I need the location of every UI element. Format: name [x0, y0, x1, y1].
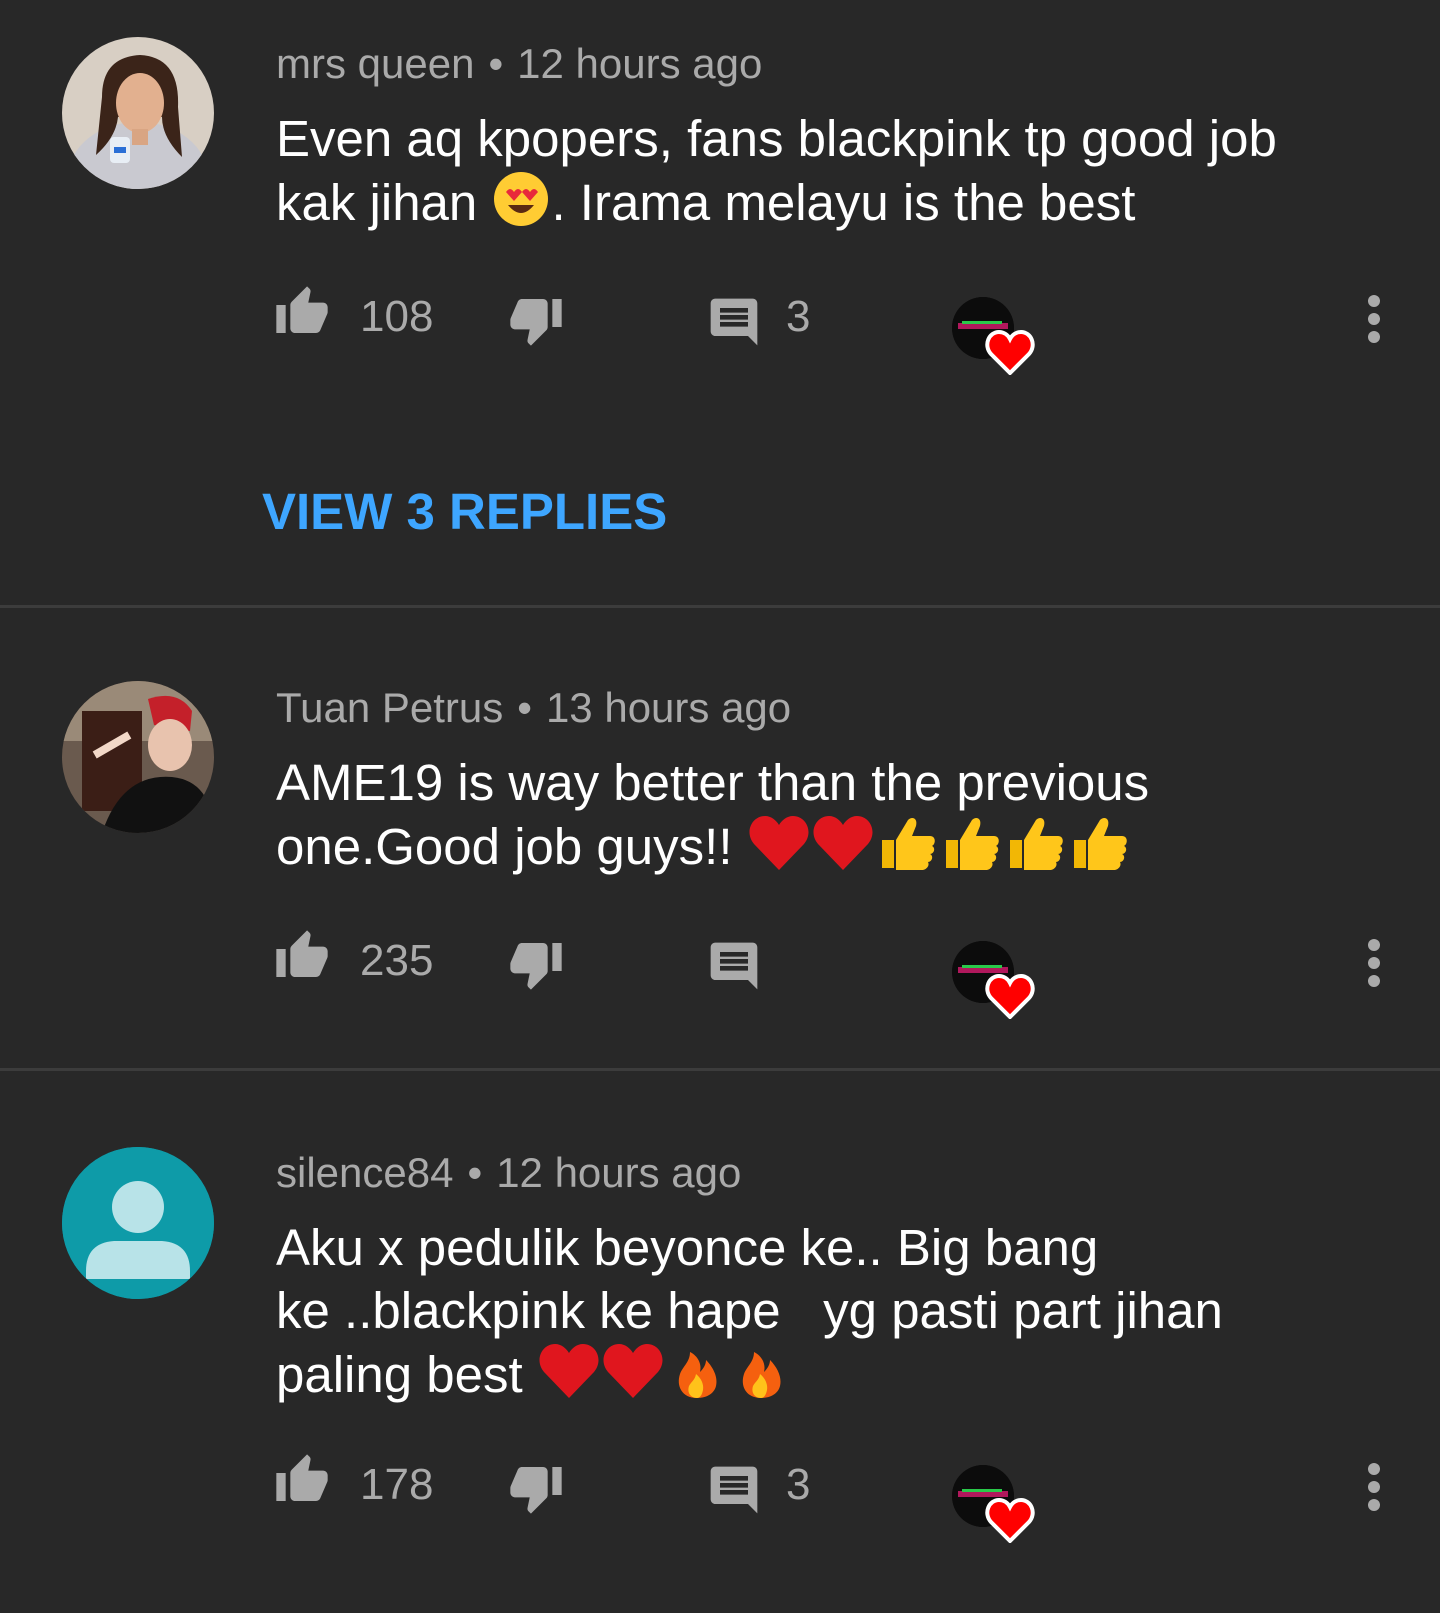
dislike-button[interactable]: [506, 936, 566, 997]
author-name[interactable]: Tuan Petrus: [276, 684, 503, 731]
reply-count: 3: [786, 292, 811, 341]
reply-comment-icon: [710, 298, 758, 346]
more-vert-icon: [1368, 939, 1380, 987]
comment-time[interactable]: 12 hours ago: [517, 40, 762, 87]
more-options-button[interactable]: [1366, 938, 1382, 993]
thumbs-up-emoji-icon: [940, 814, 1002, 886]
comment-text-fragment: one.Good job guys!!: [276, 818, 733, 875]
reply-count: 3: [786, 1460, 811, 1509]
comment-text: Aku x pedulik beyonce ke.. Big bang ke .…: [276, 1216, 1356, 1414]
comment-text-line: one.Good job guys!!: [276, 814, 1356, 886]
comment-text-line: Even aq kpopers, fans blackpink tp good …: [276, 110, 1277, 167]
comment-actions: 108 3: [276, 284, 1406, 376]
thumb-down-icon: [510, 943, 562, 990]
like-button[interactable]: [272, 284, 332, 345]
author-avatar[interactable]: [62, 1147, 214, 1299]
profile-photo-icon: [62, 37, 214, 189]
red-heart-emoji-icon: [538, 1342, 600, 1414]
author-avatar[interactable]: [62, 37, 214, 189]
fire-emoji-icon: [730, 1342, 792, 1414]
thumbs-up-emoji-icon: [876, 814, 938, 886]
creator-heart-badge: [952, 941, 1042, 1031]
comment-item: silence84 • 12 hours ago Aku x pedulik bey…: [0, 1071, 1440, 1613]
like-count: 108: [360, 292, 434, 341]
heart-icon: [985, 1497, 1035, 1548]
thumb-down-icon: [510, 299, 562, 346]
reply-button[interactable]: [706, 294, 762, 355]
like-button[interactable]: [272, 1452, 332, 1513]
like-count: 178: [360, 1460, 434, 1509]
comment-actions: 178 3: [276, 1452, 1406, 1544]
thumbs-up-emoji-icon: [1004, 814, 1066, 886]
comment-item: mrs queen • 12 hours ago Even aq kpopers, …: [0, 0, 1440, 605]
comment-actions: 235: [276, 928, 1406, 1020]
like-count: 235: [360, 936, 434, 985]
reply-comment-icon: [710, 942, 758, 990]
comment-text-line: paling best: [276, 1342, 1356, 1414]
thumbs-up-emoji-icon: [1068, 814, 1130, 886]
comment-time[interactable]: 12 hours ago: [496, 1149, 741, 1196]
dislike-button[interactable]: [506, 292, 566, 353]
comment-meta: silence84 • 12 hours ago: [276, 1149, 741, 1197]
separator-dot: •: [467, 1149, 483, 1196]
comment-meta: mrs queen • 12 hours ago: [276, 40, 762, 88]
red-heart-emoji-icon: [602, 1342, 664, 1414]
comment-text-line: Aku x pedulik beyonce ke.. Big bang: [276, 1219, 1099, 1276]
red-heart-emoji-icon: [748, 814, 810, 886]
thumb-down-icon: [510, 1467, 562, 1514]
dislike-button[interactable]: [506, 1460, 566, 1521]
thumb-up-icon: [276, 286, 328, 333]
author-name[interactable]: silence84: [276, 1149, 453, 1196]
more-options-button[interactable]: [1366, 1462, 1382, 1517]
red-heart-emoji-icon: [812, 814, 874, 886]
more-vert-icon: [1368, 1463, 1380, 1511]
comment-time[interactable]: 13 hours ago: [546, 684, 791, 731]
comment-text-line: kak jihan . Irama melayu is the best: [276, 170, 1356, 242]
comment-text-line: AME19 is way better than the previous: [276, 754, 1150, 811]
like-button[interactable]: [272, 928, 332, 989]
author-name[interactable]: mrs queen: [276, 40, 474, 87]
default-person-icon: [62, 1147, 214, 1299]
comment-text-line: ke ..blackpink ke hape yg pasti part jih…: [276, 1282, 1223, 1339]
reply-button[interactable]: [706, 1462, 762, 1523]
comment-text: Even aq kpopers, fans blackpink tp good …: [276, 107, 1356, 242]
separator-dot: •: [517, 684, 532, 731]
comment-text: AME19 is way better than the previous on…: [276, 751, 1356, 886]
comment-meta: Tuan Petrus • 13 hours ago: [276, 684, 791, 732]
creator-heart-badge: [952, 297, 1042, 387]
author-avatar[interactable]: [62, 681, 214, 833]
view-replies-button[interactable]: VIEW 3 REPLIES: [262, 482, 667, 541]
heart-eyes-emoji-icon: [492, 170, 550, 242]
more-options-button[interactable]: [1366, 294, 1382, 349]
thumb-up-icon: [276, 930, 328, 977]
creator-heart-badge: [952, 1465, 1042, 1555]
reply-comment-icon: [710, 1466, 758, 1514]
fire-emoji-icon: [666, 1342, 728, 1414]
thumb-up-icon: [276, 1454, 328, 1501]
comment-item: Tuan Petrus • 13 hours ago AME19 is way be…: [0, 608, 1440, 1068]
reply-button[interactable]: [706, 938, 762, 999]
comment-text-fragment: . Irama melayu is the best: [551, 174, 1136, 231]
heart-icon: [985, 329, 1035, 380]
separator-dot: •: [488, 40, 504, 87]
profile-photo-icon: [62, 681, 214, 833]
comment-text-fragment: kak jihan: [276, 174, 478, 231]
more-vert-icon: [1368, 295, 1380, 343]
comment-text-fragment: paling best: [276, 1346, 523, 1403]
heart-icon: [985, 973, 1035, 1024]
